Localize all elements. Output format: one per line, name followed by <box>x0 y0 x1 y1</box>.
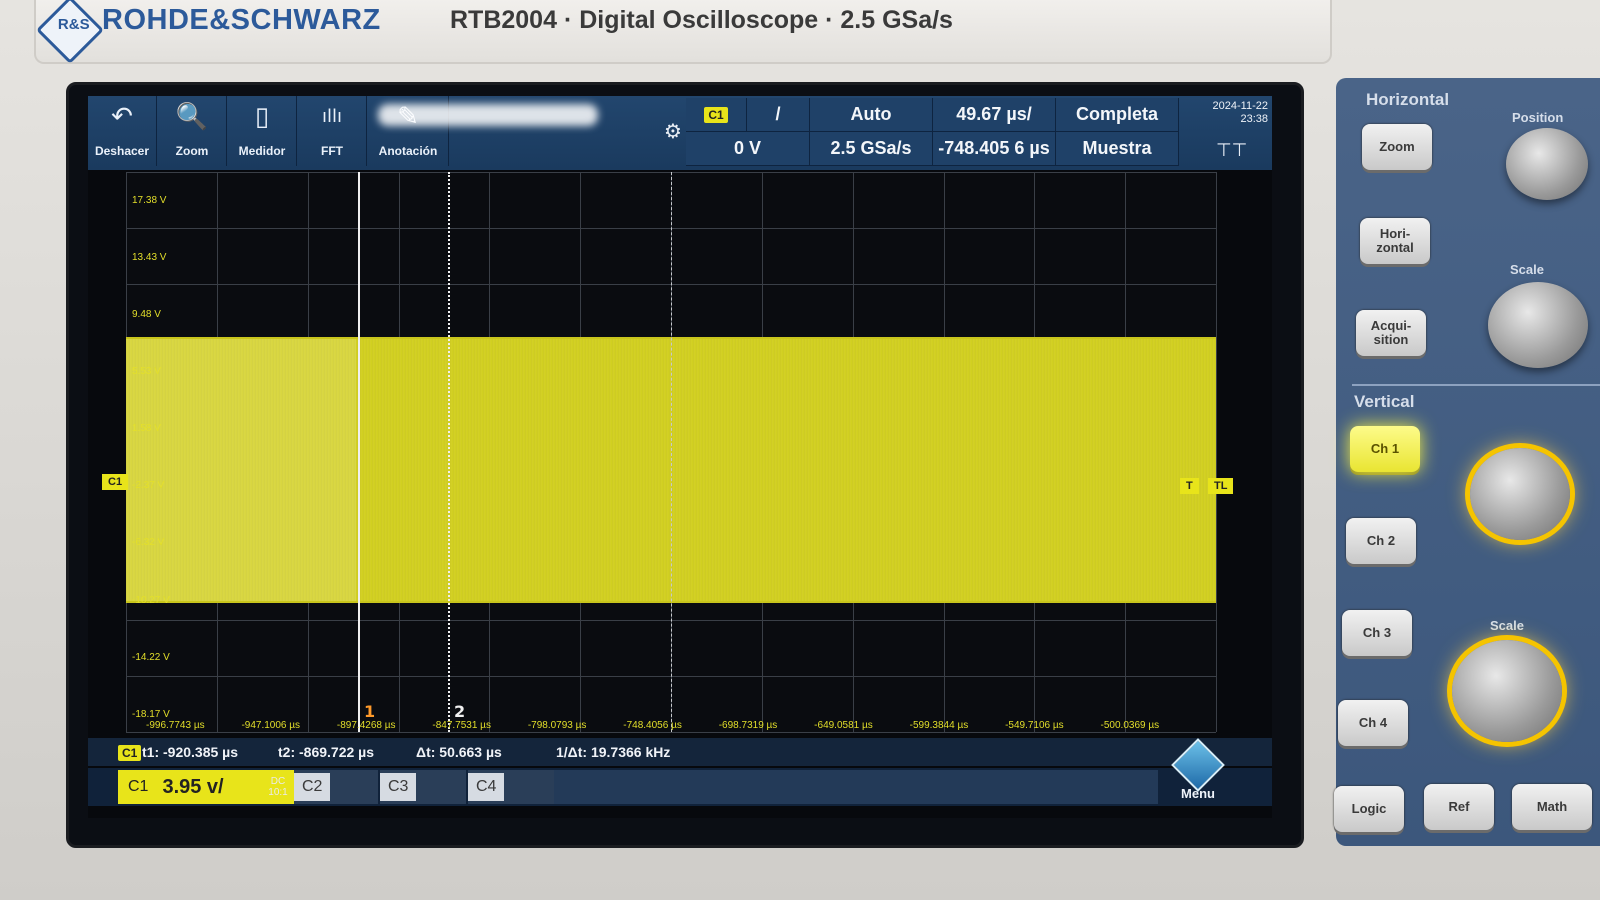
trigger-level-marker-left[interactable]: T <box>1180 478 1199 494</box>
volt-axis-label: 13.43 V <box>132 251 167 263</box>
time-axis-label: -649.0581 µs <box>814 720 873 731</box>
t1-readout: t1: -920.385 µs <box>142 744 239 760</box>
waveform-grid[interactable]: 1 2 17.38 V 13.43 V 9.48 V 5.53 V 1.58 V -2.3… <box>126 172 1217 733</box>
time-axis-label: -996.7743 µs <box>146 720 205 731</box>
trigger-slope[interactable]: / <box>747 98 810 132</box>
cursor-2-line[interactable] <box>448 172 450 732</box>
fft-button[interactable]: ıllı FFT <box>298 96 367 166</box>
ch1-coupling: DC 10:1 <box>268 776 288 798</box>
volt-axis-label: -2.37 V <box>132 480 165 492</box>
trigger-level[interactable]: 0 V <box>686 132 810 166</box>
zoom-icon: 🔍 <box>175 102 209 132</box>
horizontal-position-knob[interactable] <box>1506 128 1588 200</box>
logic-hw-button[interactable]: Logic <box>1334 786 1404 832</box>
network-icon: ⊤⊤ <box>1216 140 1248 161</box>
acquisition-hw-button[interactable]: Acqui- sition <box>1356 310 1426 356</box>
settings-gear-icon[interactable]: ⚙ <box>662 120 684 142</box>
ch1-hw-button[interactable]: Ch 1 <box>1350 426 1420 472</box>
trigger-mode[interactable]: Auto <box>810 98 933 132</box>
ch3-tab[interactable]: C3 <box>380 770 466 804</box>
time-axis-label: -500.0369 µs <box>1100 720 1160 731</box>
ch2-tab[interactable]: C2 <box>294 770 378 804</box>
horizontal-hw-button[interactable]: Hori- zontal <box>1360 218 1430 264</box>
trigger-level-marker[interactable]: TL <box>1208 478 1234 494</box>
menu-button[interactable]: Menu <box>1168 738 1228 806</box>
trace-shade <box>126 339 356 601</box>
volt-axis-label: 9.48 V <box>132 308 161 320</box>
time-axis-label: -549.7106 µs <box>1005 720 1064 731</box>
delta-t-readout: Δt: 50.663 µs <box>416 744 502 760</box>
ch4-tab[interactable]: C4 <box>468 770 554 804</box>
cursor-2-label: 2 <box>454 702 466 721</box>
brand-name: ROHDE&SCHWARZ <box>102 4 381 36</box>
ch2-hw-button[interactable]: Ch 2 <box>1346 518 1416 564</box>
undo-button[interactable]: ↶ Deshacer <box>88 96 157 166</box>
channel-bar: C1 3.95 v/ DC 10:1 C2 C3 C4 <box>88 768 1272 806</box>
acquisition-mode[interactable]: Muestra <box>1056 132 1179 166</box>
model-title: RTB2004 · Digital Oscilloscope · 2.5 GSa… <box>450 6 953 34</box>
horizontal-scale-label: Scale <box>1510 262 1544 277</box>
time-axis-label: -798.0793 µs <box>527 720 587 731</box>
ch1-scale: 3.95 v/ <box>162 775 224 798</box>
cursor-1-line[interactable] <box>358 172 360 732</box>
time-axis-label: -748.4056 µs <box>623 720 682 731</box>
vertical-scale-knob[interactable] <box>1452 640 1562 742</box>
time-axis-label: -847.7531 µs <box>432 720 491 731</box>
ch1-offset-marker[interactable]: C1 <box>102 474 129 490</box>
trigger-position-line <box>671 172 672 732</box>
screen-glare <box>378 104 598 126</box>
volt-axis-label: -18.17 V <box>132 708 170 720</box>
meter-icon: ▯ <box>254 102 270 132</box>
frequency-readout: 1/Δt: 19.7366 kHz <box>556 744 671 760</box>
sample-rate[interactable]: 2.5 GSa/s <box>810 132 933 166</box>
horizontal-section-title: Horizontal <box>1366 90 1450 109</box>
cursor-1-label: 1 <box>364 702 376 721</box>
time-position[interactable]: -748.405 6 µs <box>933 132 1056 166</box>
record-length[interactable]: Completa <box>1056 98 1179 132</box>
ch3-hw-button[interactable]: Ch 3 <box>1342 610 1412 656</box>
time-axis-label: -698.7319 µs <box>718 720 778 731</box>
fft-icon: ıllı <box>321 106 342 127</box>
channel-bar-empty <box>554 770 1158 804</box>
display-screen: ↶ Deshacer 🔍 Zoom ▯ Medidor ıllı FFT ✎ A… <box>88 96 1272 818</box>
zoom-tool-button[interactable]: 🔍 Zoom <box>158 96 227 166</box>
top-toolbar: ↶ Deshacer 🔍 Zoom ▯ Medidor ıllı FFT ✎ A… <box>88 96 1272 170</box>
vertical-section-title: Vertical <box>1354 392 1415 411</box>
vertical-position-knob[interactable] <box>1470 448 1570 540</box>
undo-icon: ↶ <box>111 102 133 132</box>
vertical-scale-label: Scale <box>1490 618 1524 633</box>
meter-button[interactable]: ▯ Medidor <box>228 96 297 166</box>
zoom-hw-button[interactable]: Zoom <box>1362 124 1432 170</box>
horizontal-scale-knob[interactable] <box>1488 282 1588 368</box>
rs-menu-icon <box>1171 738 1225 792</box>
grid-horizontal-line <box>126 732 1216 733</box>
volt-axis-label: -14.22 V <box>132 651 170 663</box>
volt-axis-label: -6.32 V <box>132 537 165 549</box>
volt-axis-label: -10.27 V <box>132 594 170 606</box>
grid-vertical-line <box>1216 172 1217 732</box>
time-scale[interactable]: 49.67 µs/ <box>933 98 1056 132</box>
time-axis-label: -599.3844 µs <box>909 720 969 731</box>
cursor-measurements: C1 t1: -920.385 µs t2: -869.722 µs Δt: 5… <box>88 738 1272 766</box>
ref-hw-button[interactable]: Ref <box>1424 784 1494 830</box>
panel-separator <box>1352 384 1600 386</box>
position-label: Position <box>1512 110 1564 125</box>
meas-channel-chip: C1 <box>118 745 142 761</box>
trigger-source[interactable]: C1 <box>686 98 747 132</box>
time-axis-label: -947.1006 µs <box>241 720 301 731</box>
ch4-hw-button[interactable]: Ch 4 <box>1338 700 1408 746</box>
time-axis-label: -897.4268 µs <box>336 720 396 731</box>
volt-axis-label: 17.38 V <box>132 194 167 206</box>
math-hw-button[interactable]: Math <box>1512 784 1592 830</box>
volt-axis-label: 1.58 V <box>132 423 161 435</box>
t2-readout: t2: -869.722 µs <box>278 744 375 760</box>
volt-axis-label: 5.53 V <box>132 366 161 377</box>
